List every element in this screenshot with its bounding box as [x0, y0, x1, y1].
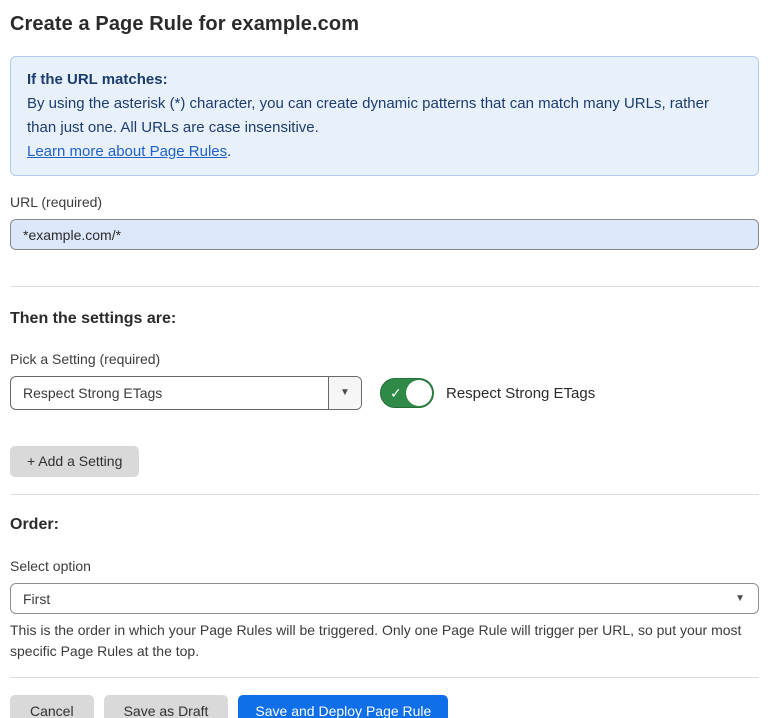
order-help-text: This is the order in which your Page Rul… [10, 620, 755, 662]
learn-more-link[interactable]: Learn more about Page Rules [27, 143, 227, 160]
order-select-value: First [23, 591, 50, 607]
check-icon: ✓ [390, 386, 402, 400]
create-page-rule-panel: Create a Page Rule for example.com If th… [0, 0, 769, 718]
url-match-info-box: If the URL matches: By using the asteris… [10, 56, 759, 176]
save-and-deploy-button[interactable]: Save and Deploy Page Rule [238, 695, 448, 718]
add-setting-button[interactable]: + Add a Setting [10, 446, 139, 477]
setting-toggle-label: Respect Strong ETags [446, 385, 595, 402]
divider [10, 677, 759, 678]
url-label: URL (required) [10, 194, 759, 211]
setting-select-arrow-button[interactable]: ▼ [328, 377, 361, 409]
toggle-knob [406, 380, 432, 406]
order-select-dropdown[interactable]: First ▼ [10, 583, 759, 614]
page-title: Create a Page Rule for example.com [10, 12, 759, 36]
chevron-down-icon: ▼ [340, 388, 350, 398]
action-button-row: Cancel Save as Draft Save and Deploy Pag… [10, 695, 759, 718]
setting-select-dropdown[interactable]: Respect Strong ETags ▼ [10, 376, 362, 410]
cancel-button[interactable]: Cancel [10, 695, 94, 718]
save-as-draft-button[interactable]: Save as Draft [104, 695, 229, 718]
divider [10, 494, 759, 495]
info-box-body: By using the asterisk (*) character, you… [27, 92, 742, 140]
order-section-heading: Order: [10, 515, 759, 535]
url-input[interactable] [10, 219, 759, 250]
divider [10, 286, 759, 287]
order-select-label: Select option [10, 558, 759, 575]
pick-setting-label: Pick a Setting (required) [10, 351, 759, 368]
link-period: . [227, 143, 231, 160]
setting-toggle[interactable]: ✓ [380, 378, 434, 408]
setting-row: Respect Strong ETags ▼ ✓ Respect Strong … [10, 376, 759, 410]
settings-section-heading: Then the settings are: [10, 309, 759, 329]
setting-select-value: Respect Strong ETags [11, 377, 328, 409]
info-box-link-line: Learn more about Page Rules. [27, 140, 742, 164]
chevron-down-icon: ▼ [735, 594, 745, 604]
info-box-heading: If the URL matches: [27, 68, 742, 92]
